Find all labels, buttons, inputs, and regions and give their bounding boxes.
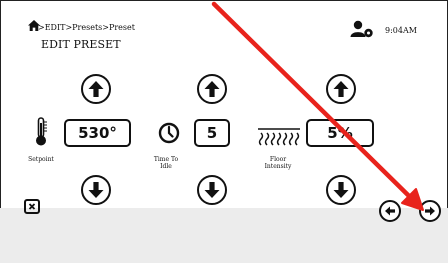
annotation-arrow <box>211 1 424 211</box>
screen: >EDIT>Presets>Preset EDIT PRESET 9:04AM … <box>0 0 448 263</box>
